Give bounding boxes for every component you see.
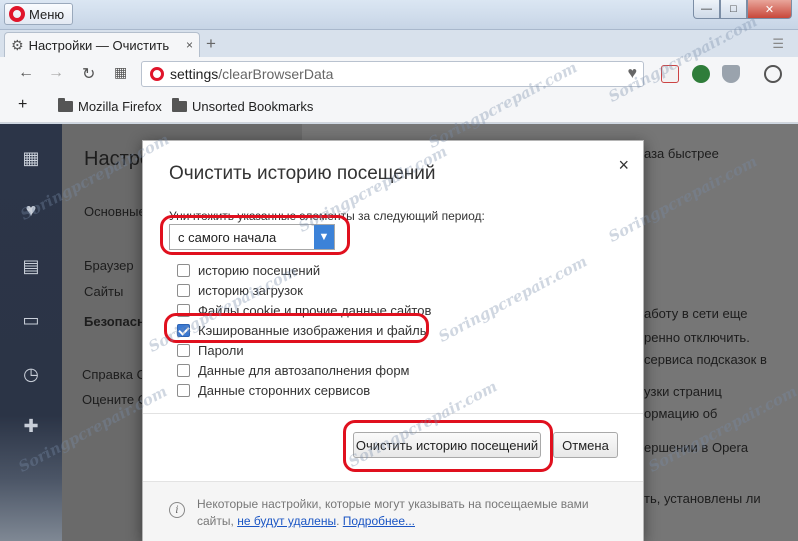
gear-icon: ⚙ xyxy=(11,36,24,53)
url-host: settings xyxy=(170,66,219,82)
bookmark-label: Mozilla Firefox xyxy=(78,99,162,114)
menu-label: Меню xyxy=(29,6,65,22)
period-value: с самого начала xyxy=(178,229,277,245)
checkbox-checked[interactable] xyxy=(177,323,190,337)
opera-menu-button[interactable]: Меню xyxy=(4,3,74,25)
checkbox-label: историю посещений xyxy=(198,262,321,278)
bookmark-heart-icon[interactable]: ♥ xyxy=(628,65,638,83)
dialog-footer: i Некоторые настройки, которые могут ука… xyxy=(143,481,643,541)
bookmark-folder-firefox[interactable]: Mozilla Firefox xyxy=(58,98,162,114)
title-bar: Меню — □ ✕ xyxy=(0,0,798,30)
divider xyxy=(143,413,643,414)
extension-icon[interactable] xyxy=(661,65,679,83)
folder-icon xyxy=(172,98,187,112)
dialog-close-icon[interactable]: × xyxy=(618,155,629,176)
opera-page-icon xyxy=(150,67,164,81)
more-info-link[interactable]: Подробнее... xyxy=(343,514,415,528)
news-sidebar-icon[interactable]: ▤ xyxy=(20,256,42,278)
settings-nav-item[interactable]: Справка O xyxy=(82,367,147,382)
data-checkbox-list: историю посещений историю загрузок Файлы… xyxy=(177,260,431,400)
settings-text: аза быстрее xyxy=(644,146,719,161)
reload-icon[interactable]: ↻ xyxy=(82,64,95,84)
extensions-sidebar-icon[interactable]: ✚ xyxy=(20,416,42,438)
new-tab-button[interactable]: + xyxy=(206,34,216,54)
tab-settings[interactable]: ⚙ Настройки — Очистить × xyxy=(4,32,200,57)
checkbox-label: историю загрузок xyxy=(198,282,303,298)
checkbox-autofill[interactable]: Данные для автозаполнения форм xyxy=(177,360,431,380)
checkbox-passwords[interactable]: Пароли xyxy=(177,340,431,360)
add-bookmark-button[interactable]: + xyxy=(18,96,27,114)
checkbox-history[interactable]: историю посещений xyxy=(177,260,431,280)
checkbox-label: Данные сторонних сервисов xyxy=(198,382,371,398)
tab-close-icon[interactable]: × xyxy=(186,38,193,52)
footer-note: Некоторые настройки, которые могут указы… xyxy=(197,496,617,530)
clear-history-button[interactable]: Очистить историю посещений xyxy=(353,432,541,458)
settings-text: ормацию об xyxy=(644,406,718,421)
checkbox-label: Пароли xyxy=(198,342,244,358)
settings-text: узки страниц xyxy=(644,384,722,399)
settings-nav-item[interactable]: Основные xyxy=(84,204,146,219)
checkbox-label: Данные для автозаполнения форм xyxy=(198,362,410,378)
close-window-button[interactable]: ✕ xyxy=(747,0,792,19)
navigation-bar: ← → ↻ ▦ settings/clearBrowserData ♥ xyxy=(0,57,798,91)
checkbox-label: Файлы cookie и прочие данные сайтов xyxy=(198,302,432,318)
not-deleted-link[interactable]: не будут удалены xyxy=(237,514,336,528)
tabs-sidebar-icon[interactable]: ▭ xyxy=(20,310,42,332)
checkbox[interactable] xyxy=(177,363,190,377)
settings-text: ершении в Opera xyxy=(644,440,749,455)
opera-logo-icon xyxy=(9,6,25,22)
url-path: /clearBrowserData xyxy=(218,66,334,82)
checkbox-cache[interactable]: Кэшированные изображения и файлы xyxy=(177,320,431,340)
speed-dial-sidebar-icon[interactable]: ▦ xyxy=(20,148,42,170)
settings-nav-item[interactable]: Браузер xyxy=(84,258,134,273)
address-bar[interactable]: settings/clearBrowserData ♥ xyxy=(141,61,644,87)
download-icon[interactable] xyxy=(764,65,782,83)
folder-icon xyxy=(58,98,73,112)
period-label: Уничтожить указанные элементы за следующ… xyxy=(169,209,485,223)
footer-sep: . xyxy=(336,514,340,528)
settings-text: ренно отключить. xyxy=(644,330,750,345)
maximize-button[interactable]: □ xyxy=(720,0,747,19)
history-sidebar-icon[interactable]: ◷ xyxy=(20,364,42,386)
speed-dial-icon[interactable]: ▦ xyxy=(114,64,127,81)
settings-title: Настро xyxy=(84,148,151,170)
globe-extension-icon[interactable] xyxy=(692,65,710,83)
checkbox[interactable] xyxy=(177,343,190,357)
checkbox-downloads[interactable]: историю загрузок xyxy=(177,280,431,300)
settings-text: сервиса подсказок в xyxy=(644,352,767,367)
tab-title: Настройки — Очистить xyxy=(28,37,170,53)
info-icon: i xyxy=(169,502,185,518)
checkbox-third-party[interactable]: Данные сторонних сервисов xyxy=(177,380,431,400)
settings-text: ть, установлены ли xyxy=(644,491,761,506)
cancel-button[interactable]: Отмена xyxy=(553,432,618,458)
period-select[interactable]: с самого начала ▼ xyxy=(169,224,335,250)
checkbox-cookies[interactable]: Файлы cookie и прочие данные сайтов xyxy=(177,300,431,320)
checkbox[interactable] xyxy=(177,383,190,397)
tab-menu-icon[interactable]: ☰ xyxy=(772,36,784,52)
bookmarks-bar: + Mozilla Firefox Unsorted Bookmarks xyxy=(0,91,798,123)
dialog-title: Очистить историю посещений xyxy=(169,163,436,184)
settings-text: аботу в сети еще xyxy=(644,306,748,321)
forward-icon[interactable]: → xyxy=(48,64,64,82)
checkbox[interactable] xyxy=(177,283,190,297)
opera-sidebar: ▦ ♥ ▤ ▭ ◷ ✚ xyxy=(0,124,62,541)
checkbox[interactable] xyxy=(177,303,190,317)
checkbox[interactable] xyxy=(177,263,190,277)
bookmark-folder-unsorted[interactable]: Unsorted Bookmarks xyxy=(172,98,314,114)
chevron-down-icon: ▼ xyxy=(314,225,334,249)
checkbox-label: Кэшированные изображения и файлы xyxy=(198,322,430,338)
bookmarks-sidebar-icon[interactable]: ♥ xyxy=(20,200,42,222)
shield-icon[interactable] xyxy=(722,65,740,83)
clear-history-dialog: Очистить историю посещений × Уничтожить … xyxy=(142,140,644,541)
minimize-button[interactable]: — xyxy=(693,0,720,19)
settings-nav-item[interactable]: Оцените O xyxy=(82,392,148,407)
bookmark-label: Unsorted Bookmarks xyxy=(192,99,314,114)
back-icon[interactable]: ← xyxy=(18,64,34,82)
settings-nav-item[interactable]: Сайты xyxy=(84,284,123,299)
tab-strip: ⚙ Настройки — Очистить × + ☰ xyxy=(0,30,798,57)
window-controls: — □ ✕ xyxy=(693,0,792,19)
